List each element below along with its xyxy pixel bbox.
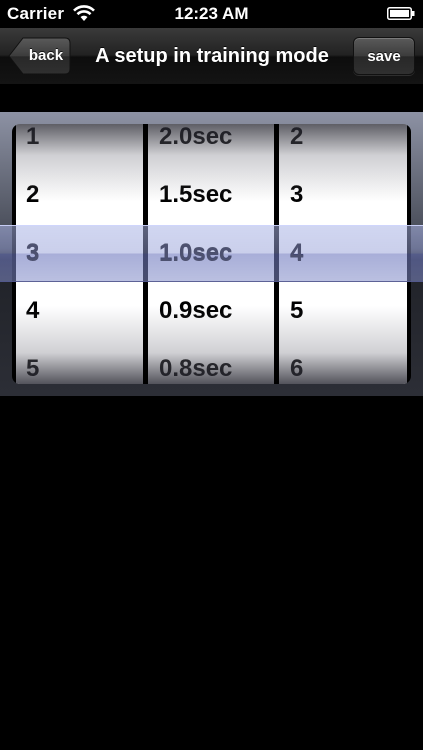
picker-row[interactable]: 1 (16, 124, 143, 166)
picker-view: 12345 2.0sec1.5sec1.0sec0.9sec0.8sec 234… (0, 112, 423, 396)
save-button[interactable]: save (353, 37, 415, 75)
picker-row[interactable]: 2.0sec (148, 124, 274, 166)
picker-row[interactable]: 5 (16, 340, 143, 384)
picker-row[interactable]: 3 (279, 166, 407, 224)
picker-selection-indicator: 3 1.0sec 4 (0, 225, 423, 282)
back-button[interactable]: back (8, 37, 71, 75)
status-bar: Carrier 12:23 AM (0, 0, 423, 28)
picker-row[interactable]: 4 (16, 282, 143, 340)
picker-row[interactable]: 5 (279, 282, 407, 340)
screen: Carrier 12:23 AM back A setup in trainin… (0, 0, 423, 750)
selected-level: 4 (290, 240, 304, 267)
battery-full-icon (387, 7, 415, 20)
back-label: back (28, 47, 64, 64)
status-time: 12:23 AM (174, 4, 249, 23)
picker-row[interactable]: 0.9sec (148, 282, 274, 340)
picker-row[interactable]: 6 (279, 340, 407, 384)
selected-count: 3 (26, 240, 40, 267)
page-title: A setup in training mode (95, 45, 329, 67)
picker-row[interactable]: 1.5sec (148, 166, 274, 224)
navigation-bar: back A setup in training mode save (0, 28, 423, 85)
selected-interval: 1.0sec (159, 240, 233, 267)
picker-row[interactable]: 0.8sec (148, 340, 274, 384)
picker-row[interactable]: 2 (279, 124, 407, 166)
picker-row[interactable]: 2 (16, 166, 143, 224)
